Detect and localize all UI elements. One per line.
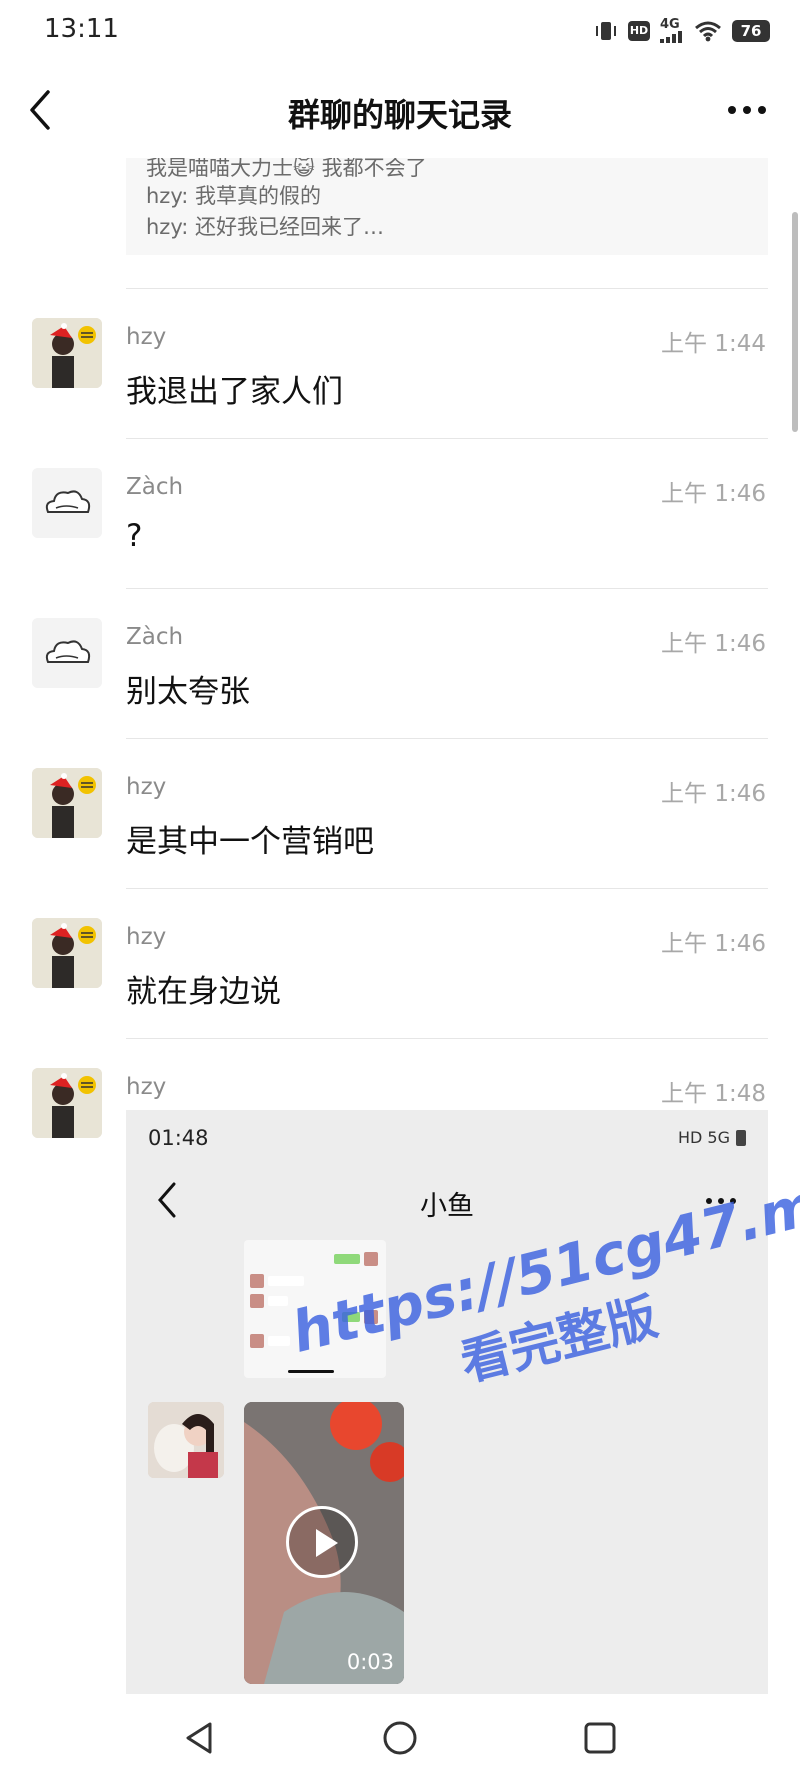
message-time: 上午 1:48: [661, 1081, 766, 1107]
message-time: 上午 1:46: [661, 781, 766, 807]
sender-name: hzy: [126, 774, 167, 800]
chat-message[interactable]: Zàch 上午 1:46 别太夸张: [0, 618, 800, 738]
message-text: 别太夸张: [126, 674, 250, 710]
embedded-battery-icon: [736, 1129, 746, 1146]
message-time: 上午 1:44: [661, 331, 766, 357]
nav-recents-button[interactable]: [578, 1716, 622, 1760]
divider: [126, 1038, 768, 1039]
video-duration: 0:03: [346, 1650, 394, 1674]
contact-avatar: [148, 1402, 224, 1478]
quoted-history[interactable]: 我是喵喵大力士😺 我都不会了 hzy: 我草真的假的 hzy: 还好我已经回来了…: [126, 158, 768, 255]
message-text: ?: [126, 518, 143, 554]
sender-name: hzy: [126, 924, 167, 950]
sender-name: Zàch: [126, 474, 184, 500]
network-type: 4G: [660, 17, 680, 32]
avatar-hzy[interactable]: [32, 318, 102, 388]
divider: [126, 888, 768, 889]
embedded-status-text: HD 5G: [677, 1128, 730, 1147]
avatar-zach[interactable]: [32, 618, 102, 688]
divider: [126, 588, 768, 589]
sender-name: hzy: [126, 324, 167, 350]
status-time: 13:11: [44, 14, 119, 44]
quoted-line: 我是喵喵大力士😺 我都不会了: [146, 158, 427, 180]
nav-back-button[interactable]: [178, 1716, 222, 1760]
nav-home-button[interactable]: [378, 1716, 422, 1760]
top-bar: 群聊的聊天记录: [0, 62, 800, 158]
page-title: 群聊的聊天记录: [287, 96, 512, 134]
message-text: 我退出了家人们: [126, 374, 343, 410]
chat-message[interactable]: hzy 上午 1:46 就在身边说: [0, 918, 800, 1038]
chat-message[interactable]: hzy 上午 1:48: [0, 1068, 800, 1138]
message-time: 上午 1:46: [661, 481, 766, 507]
embedded-status-time: 01:48: [148, 1126, 209, 1150]
play-icon[interactable]: [286, 1506, 358, 1578]
avatar-hzy[interactable]: [32, 768, 102, 838]
embedded-status-icons: HD 5G: [678, 1128, 746, 1147]
divider: [126, 438, 768, 439]
system-nav-bar: [0, 1694, 800, 1784]
divider: [126, 288, 768, 289]
message-time: 上午 1:46: [661, 931, 766, 957]
vibrate-icon: [596, 21, 616, 40]
hd-icon: HD: [628, 20, 650, 41]
chat-message[interactable]: hzy 上午 1:46 是其中一个营销吧: [0, 768, 800, 888]
more-options-button[interactable]: [728, 106, 766, 114]
chat-message[interactable]: hzy 上午 1:44 我退出了家人们: [0, 318, 800, 438]
message-text: 是其中一个营销吧: [126, 824, 374, 860]
signal-icon: [660, 31, 682, 43]
avatar-zach[interactable]: [32, 468, 102, 538]
status-icons: HD 4G 76: [594, 18, 770, 43]
chat-message[interactable]: Zàch 上午 1:46 ?: [0, 468, 800, 588]
divider: [126, 738, 768, 739]
battery-icon: 76: [732, 19, 770, 42]
avatar-hzy[interactable]: [32, 1068, 102, 1138]
message-text: 就在身边说: [126, 974, 281, 1010]
status-bar: 13:11 HD 4G 76: [0, 0, 800, 62]
screenshot-image[interactable]: 01:48 HD 5G 小鱼 0:03: [126, 1110, 768, 1694]
sender-name: Zàch: [126, 624, 184, 650]
avatar-hzy[interactable]: [32, 918, 102, 988]
wifi-icon: [695, 21, 721, 41]
quoted-line: hzy: 还好我已经回来了…: [146, 215, 384, 239]
sender-name: hzy: [126, 1074, 167, 1100]
quoted-line: hzy: 我草真的假的: [146, 184, 321, 208]
message-time: 上午 1:46: [661, 631, 766, 657]
video-thumbnail[interactable]: 0:03: [244, 1402, 404, 1684]
